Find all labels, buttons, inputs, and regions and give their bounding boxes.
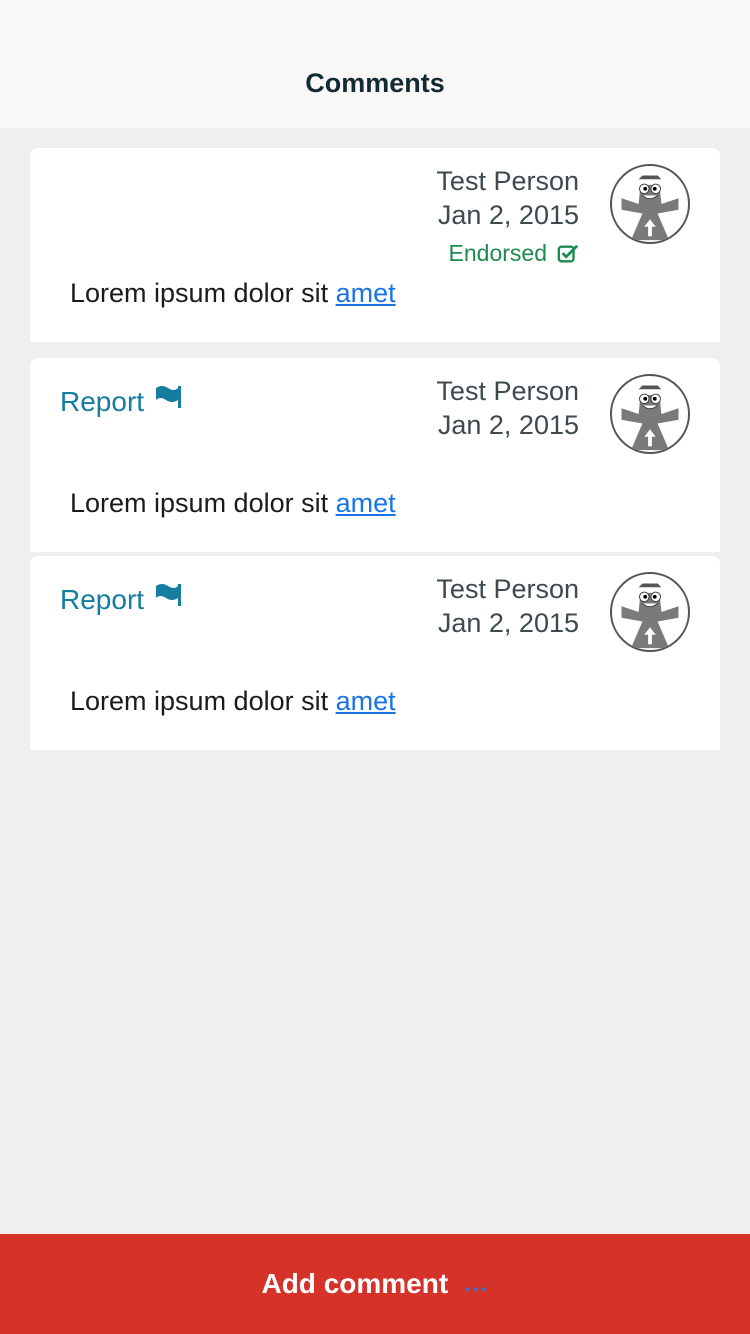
comment-body: Lorem ipsum dolor sit <box>70 488 336 518</box>
comment-meta: Test Person Jan 2, 2015 <box>436 374 579 442</box>
comment-body: Lorem ipsum dolor sit <box>70 278 336 308</box>
comment-card: Test Person Jan 2, 2015 Endorsed Lorem i… <box>30 148 720 342</box>
comment-text: Lorem ipsum dolor sit amet <box>70 488 396 519</box>
comment-text: Lorem ipsum dolor sit amet <box>70 686 396 717</box>
comment-card: Report Test Person Jan 2, 2015 Lorem ips… <box>30 556 720 750</box>
page-title: Comments <box>305 68 445 98</box>
report-button[interactable]: Report <box>60 584 182 616</box>
comment-card: Report Test Person Jan 2, 2015 Lorem ips… <box>30 358 720 552</box>
mascot-avatar-icon <box>613 575 687 649</box>
report-label: Report <box>60 386 145 417</box>
flag-icon <box>156 386 182 408</box>
comment-date: Jan 2, 2015 <box>437 410 579 440</box>
header-bar: Comments <box>0 0 750 128</box>
comment-body: Lorem ipsum dolor sit <box>70 686 336 716</box>
comment-meta: Test Person Jan 2, 2015 <box>436 572 579 640</box>
comment-text: Lorem ipsum dolor sit amet <box>70 278 396 309</box>
add-comment-label: Add comment <box>261 1268 449 1299</box>
report-button[interactable]: Report <box>60 386 182 418</box>
comment-link[interactable]: amet <box>336 488 396 518</box>
add-comment-button[interactable]: Add comment ... <box>0 1234 750 1334</box>
mascot-avatar-icon <box>613 167 687 241</box>
author-name: Test Person <box>436 574 579 604</box>
comment-link[interactable]: amet <box>336 686 396 716</box>
avatar[interactable] <box>610 164 690 244</box>
mascot-avatar-icon <box>613 377 687 451</box>
endorsed-badge: Endorsed <box>449 240 579 267</box>
comment-date: Jan 2, 2015 <box>437 608 579 638</box>
author-name: Test Person <box>436 376 579 406</box>
endorsed-label: Endorsed <box>448 240 547 266</box>
comment-meta: Test Person Jan 2, 2015 <box>436 164 579 232</box>
comment-link[interactable]: amet <box>336 278 396 308</box>
avatar[interactable] <box>610 374 690 454</box>
flag-icon <box>156 584 182 606</box>
comment-date: Jan 2, 2015 <box>437 200 579 230</box>
checkbox-checked-icon <box>557 244 579 263</box>
loading-ellipsis: ... <box>464 1271 489 1296</box>
author-name: Test Person <box>436 166 579 196</box>
report-label: Report <box>60 584 145 615</box>
avatar[interactable] <box>610 572 690 652</box>
